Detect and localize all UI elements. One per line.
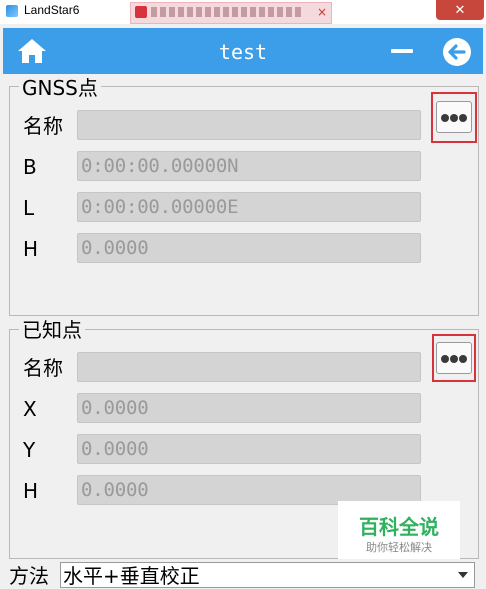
method-selected-value: 水平+垂直校正 <box>63 564 200 588</box>
gnss-h-label: H <box>23 237 39 261</box>
dot-icon <box>441 114 449 122</box>
method-select[interactable]: 水平+垂直校正 <box>60 562 475 588</box>
known-h-label: H <box>23 479 39 503</box>
known-y-input[interactable]: 0.0000 <box>77 434 421 464</box>
known-y-value: 0.0000 <box>81 438 149 460</box>
gnss-l-input[interactable]: 0:00:00.00000E <box>77 192 421 222</box>
gnss-l-value: 0:00:00.00000E <box>81 196 239 218</box>
method-label: 方法 <box>9 564 49 588</box>
gnss-more-button[interactable] <box>436 101 472 133</box>
dot-icon <box>459 114 467 122</box>
known-x-value: 0.0000 <box>81 397 149 419</box>
window-title: LandStar6 <box>24 3 80 17</box>
gnss-b-label: B <box>23 155 37 179</box>
app-header: test <box>3 28 483 74</box>
ad-banner: × <box>130 2 332 24</box>
gnss-h-input[interactable]: 0.0000 <box>77 233 421 263</box>
window-close-button[interactable]: ✕ <box>436 0 484 20</box>
dot-icon <box>459 355 467 363</box>
known-y-label: Y <box>23 438 36 462</box>
known-h-value: 0.0000 <box>81 479 149 501</box>
chevron-down-icon <box>458 572 468 578</box>
gnss-b-input[interactable]: 0:00:00.00000N <box>77 151 421 181</box>
dot-icon <box>450 355 458 363</box>
known-name-input[interactable] <box>77 352 421 382</box>
watermark-badge: 百科全说 助你轻松解决 <box>338 501 460 559</box>
watermark-title: 百科全说 <box>359 515 439 539</box>
known-x-label: X <box>23 397 37 421</box>
gnss-group-label: GNSS点 <box>19 77 101 99</box>
ad-text-graphic <box>151 7 301 17</box>
gnss-l-label: L <box>23 196 35 220</box>
watermark-subtitle: 助你轻松解决 <box>366 541 432 554</box>
minimize-icon[interactable] <box>391 49 413 53</box>
gnss-name-label: 名称 <box>23 114 63 138</box>
back-arrow-icon[interactable] <box>442 37 472 67</box>
known-x-input[interactable]: 0.0000 <box>77 393 421 423</box>
gnss-b-value: 0:00:00.00000N <box>81 155 239 177</box>
ad-logo-icon <box>135 6 147 18</box>
gnss-name-input[interactable] <box>77 110 421 140</box>
app-icon <box>6 5 18 17</box>
dot-icon <box>441 355 449 363</box>
dot-icon <box>450 114 458 122</box>
gnss-h-value: 0.0000 <box>81 237 149 259</box>
known-more-button[interactable] <box>436 342 472 374</box>
known-group-label: 已知点 <box>19 319 85 341</box>
ad-close-icon[interactable]: × <box>317 5 327 19</box>
known-name-label: 名称 <box>23 356 63 380</box>
